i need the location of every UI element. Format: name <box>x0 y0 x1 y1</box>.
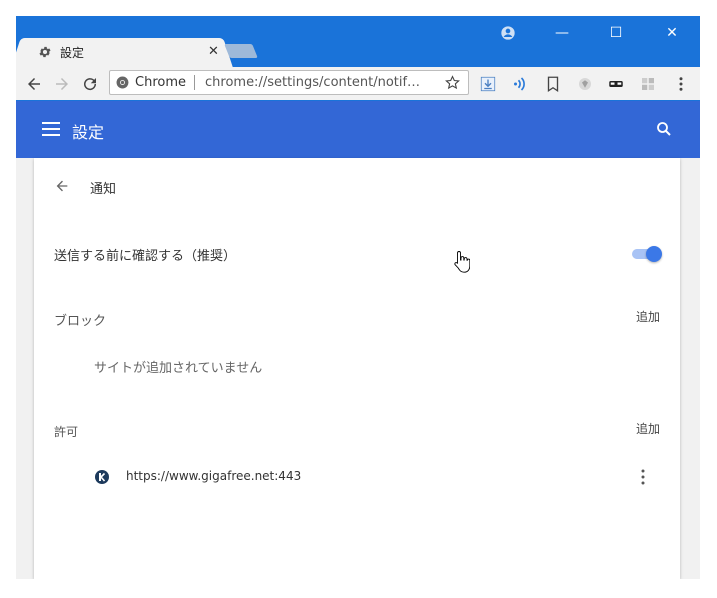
tab-title: 設定 <box>60 46 85 60</box>
browser-window: 設定 ✕ — ☐ ✕ Chrome chrome://settings/cont… <box>16 16 700 579</box>
omnibox-divider <box>194 75 195 90</box>
ask-before-sending-toggle[interactable] <box>630 246 662 262</box>
site-favicon-icon <box>95 470 109 484</box>
star-icon[interactable] <box>445 75 460 90</box>
allow-section-label: 許可 <box>54 425 79 439</box>
tab-close-button[interactable]: ✕ <box>208 44 219 59</box>
download-icon[interactable] <box>479 75 497 93</box>
profile-icon[interactable] <box>500 25 516 41</box>
hand-cursor-icon <box>454 251 470 273</box>
new-tab-button[interactable] <box>224 44 258 58</box>
incognito-icon[interactable] <box>607 75 625 93</box>
site-label: Chrome <box>135 75 186 90</box>
search-icon[interactable] <box>655 120 673 138</box>
toggle-knob <box>646 246 662 262</box>
allowed-site-url[interactable]: https://www.gigafree.net:443 <box>126 469 301 483</box>
section-title: 通知 <box>90 182 117 197</box>
tab-settings[interactable]: 設定 ✕ <box>24 38 220 67</box>
reload-icon[interactable] <box>81 75 99 93</box>
maximize-button[interactable]: ☐ <box>596 20 636 46</box>
address-bar[interactable]: Chrome chrome://settings/content/notif… <box>109 70 469 95</box>
block-add-button[interactable]: 追加 <box>636 308 660 325</box>
close-window-button[interactable]: ✕ <box>652 20 692 46</box>
extension-icon[interactable] <box>576 75 594 93</box>
browser-toolbar: Chrome chrome://settings/content/notif… <box>16 67 700 100</box>
ask-before-sending-label: 送信する前に確認する（推奨） <box>54 249 237 264</box>
bookmark-icon[interactable] <box>544 75 562 93</box>
minimize-button[interactable]: — <box>542 20 582 46</box>
block-empty-text: サイトが追加されていません <box>94 361 263 376</box>
forward-icon[interactable] <box>53 75 71 93</box>
arrow-back-icon[interactable] <box>54 178 70 194</box>
page-title: 設定 <box>72 123 105 142</box>
notifications-card: 通知 送信する前に確認する（推奨） ブロック 追加 サイトが追加されていません … <box>34 158 680 579</box>
more-vert-icon[interactable] <box>640 469 646 485</box>
grid-extension-icon[interactable] <box>639 75 657 93</box>
gear-icon <box>39 46 51 58</box>
block-section-label: ブロック <box>54 314 107 329</box>
back-icon[interactable] <box>25 75 43 93</box>
allow-add-button[interactable]: 追加 <box>636 420 660 437</box>
url-text[interactable]: chrome://settings/content/notif… <box>205 75 441 90</box>
settings-header: 設定 <box>16 101 700 158</box>
chrome-icon <box>116 76 129 89</box>
menu-icon[interactable] <box>42 122 60 136</box>
browser-menu-icon[interactable] <box>672 75 690 93</box>
cast-icon[interactable] <box>511 75 529 93</box>
